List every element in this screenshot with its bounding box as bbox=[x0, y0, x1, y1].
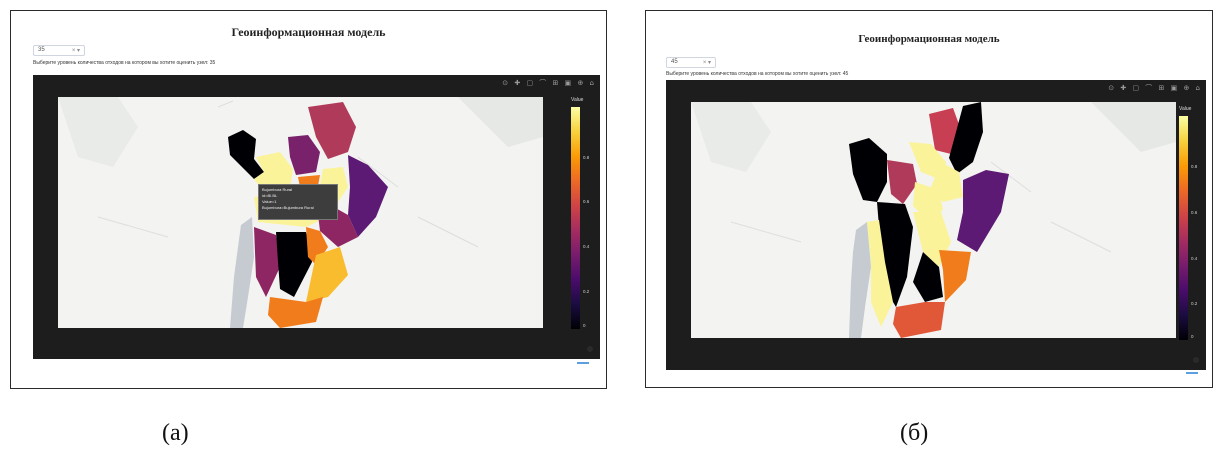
colorbar-title: Value bbox=[571, 97, 584, 103]
colorbar-tick: 0.4 bbox=[1191, 256, 1198, 261]
level-dropdown[interactable]: 45 × ▾ bbox=[666, 57, 716, 68]
instruction-text: Выберите уровень количества отходов на к… bbox=[666, 71, 849, 77]
colorbar-tick: 0.4 bbox=[583, 244, 590, 249]
lake-tanganyika bbox=[230, 217, 254, 328]
province-region[interactable] bbox=[957, 170, 1009, 252]
level-dropdown[interactable]: 35 × ▾ bbox=[33, 45, 85, 56]
colorbar-tick: 0.6 bbox=[583, 199, 590, 204]
colorbar-tick: 0.2 bbox=[1191, 301, 1198, 306]
basemap-terrain bbox=[691, 102, 771, 172]
figure-caption-b: (б) bbox=[900, 420, 929, 446]
instruction-text: Выберите уровень количества отходов на к… bbox=[33, 60, 216, 66]
figure-caption-a: (a) bbox=[162, 420, 189, 446]
scroll-indicator bbox=[577, 362, 589, 364]
dropdown-value: 45 bbox=[671, 59, 678, 65]
province-region[interactable] bbox=[893, 302, 945, 338]
hover-tooltip: Bujumbura Rural id=BI.BL Value=1 Bujumbu… bbox=[258, 184, 338, 220]
colorbar-gradient bbox=[571, 107, 580, 329]
colorbar-tick: 0.8 bbox=[583, 155, 590, 160]
colorbar-tick: 0.8 bbox=[1191, 164, 1198, 169]
dropdown-value: 35 bbox=[38, 47, 45, 53]
screenshot-panel-b: Геоинформационная модель 45 × ▾ Выберите… bbox=[645, 10, 1213, 388]
map-reset-icon[interactable] bbox=[1193, 357, 1199, 363]
dropdown-controls-icon[interactable]: × ▾ bbox=[72, 47, 80, 54]
province-region[interactable] bbox=[254, 227, 280, 297]
province-region[interactable] bbox=[348, 155, 388, 237]
province-region[interactable] bbox=[887, 160, 917, 204]
province-region[interactable] bbox=[276, 232, 312, 297]
province-region[interactable] bbox=[268, 297, 323, 328]
colorbar-title: Value bbox=[1179, 106, 1192, 112]
map-figure: ⊙ ✚ ▢ ⌒ ⊞ ▣ ⊕ ⌂ bbox=[33, 75, 600, 359]
colorbar: Value 0.8 0.6 0.4 0.2 0 bbox=[571, 97, 601, 329]
screenshot-panel-a: Геоинформационная модель 35 × ▾ Выберите… bbox=[10, 10, 607, 389]
colorbar: Value 0.8 0.6 0.4 0.2 0 bbox=[1179, 106, 1209, 340]
tooltip-line: Bujumbura=Bujumbura Rural bbox=[262, 205, 314, 210]
dropdown-controls-icon[interactable]: × ▾ bbox=[703, 59, 711, 66]
basemap-terrain bbox=[1091, 102, 1176, 152]
basemap-terrain bbox=[58, 97, 138, 167]
modebar-icons[interactable]: ⊙ ✚ ▢ ⌒ ⊞ ▣ ⊕ ⌂ bbox=[502, 78, 596, 88]
modebar-icons[interactable]: ⊙ ✚ ▢ ⌒ ⊞ ▣ ⊕ ⌂ bbox=[1108, 83, 1202, 93]
app-title: Геоинформационная модель bbox=[858, 33, 1000, 45]
lake-tanganyika bbox=[849, 222, 871, 338]
basemap-terrain bbox=[458, 97, 543, 147]
choropleth-map[interactable] bbox=[691, 102, 1176, 338]
colorbar-tick: 0.6 bbox=[1191, 210, 1198, 215]
colorbar-tick: 0 bbox=[1191, 334, 1194, 339]
colorbar-tick: 0 bbox=[583, 323, 586, 328]
province-region[interactable] bbox=[228, 130, 264, 179]
province-region[interactable] bbox=[849, 138, 887, 202]
map-svg bbox=[691, 102, 1176, 338]
colorbar-gradient bbox=[1179, 116, 1188, 340]
map-figure: ⊙ ✚ ▢ ⌒ ⊞ ▣ ⊕ ⌂ bbox=[666, 80, 1206, 370]
colorbar-tick: 0.2 bbox=[583, 289, 590, 294]
app-title: Геоинформационная модель bbox=[231, 25, 386, 39]
province-region[interactable] bbox=[939, 250, 971, 302]
scroll-indicator bbox=[1186, 372, 1198, 374]
map-reset-icon[interactable] bbox=[587, 346, 593, 352]
